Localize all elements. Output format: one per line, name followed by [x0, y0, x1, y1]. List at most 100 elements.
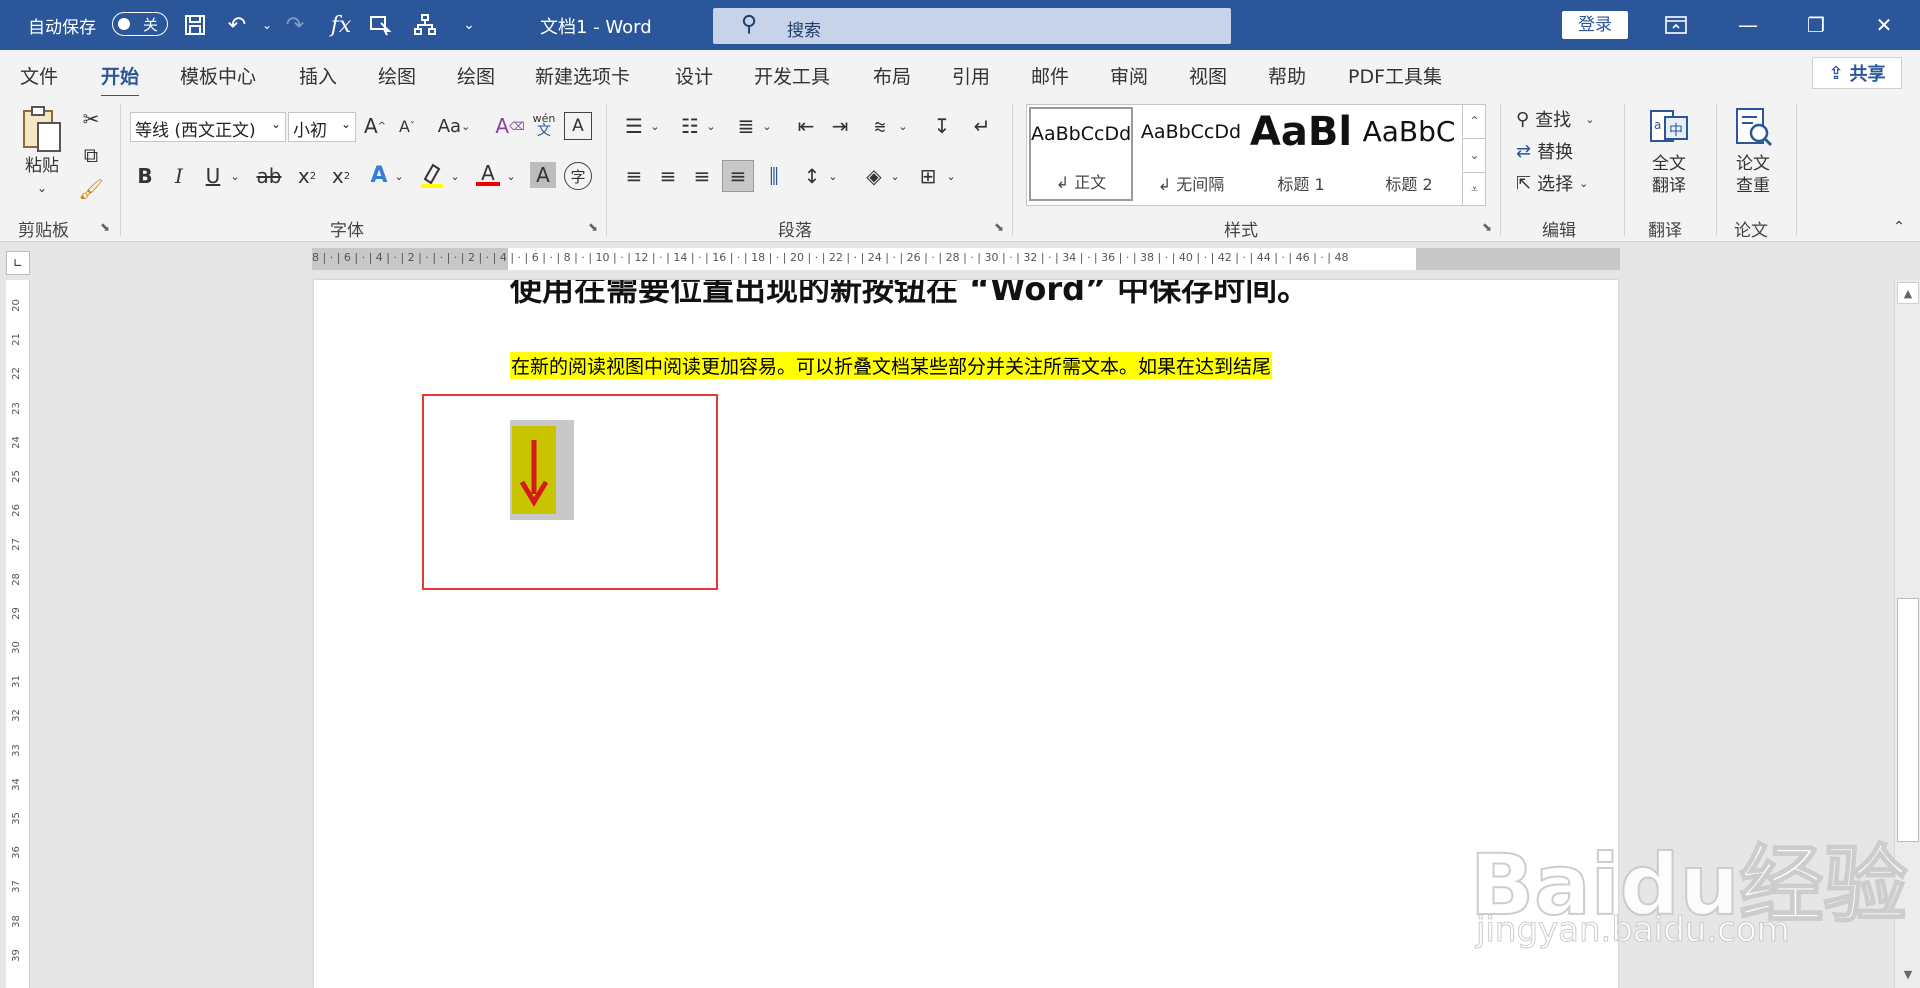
- redo-icon[interactable]: ↷: [280, 10, 310, 40]
- show-marks-icon[interactable]: ↵: [968, 112, 996, 140]
- login-button[interactable]: 登录: [1562, 11, 1628, 39]
- bullets-dropdown-icon[interactable]: ⌄: [648, 116, 662, 136]
- borders-dropdown-icon[interactable]: ⌄: [944, 166, 958, 186]
- replace-button[interactable]: ⇄ 替换: [1516, 136, 1620, 166]
- highlighted-paragraph[interactable]: 在新的阅读视图中阅读更加容易。可以折叠文档某些部分并关注所需文本。如果在达到结尾: [510, 352, 1273, 379]
- align-right-icon[interactable]: ≡: [688, 162, 716, 190]
- tab-selector-icon[interactable]: ∟: [6, 251, 30, 275]
- shading-dropdown-icon[interactable]: ⌄: [888, 166, 902, 186]
- paragraph-launcher-icon[interactable]: ⬊: [994, 220, 1004, 234]
- multilevel-list-icon[interactable]: ≣: [732, 112, 760, 140]
- horizontal-ruler[interactable]: 8 | · | 6 | · | 4 | · | 2 | · | · | · | …: [312, 248, 1620, 270]
- paper-label[interactable]: 论文: [1728, 154, 1778, 174]
- increase-indent-icon[interactable]: ⇥: [826, 112, 854, 140]
- shading-icon[interactable]: ◈: [860, 162, 888, 190]
- italic-icon[interactable]: I: [166, 162, 192, 190]
- styles-launcher-icon[interactable]: ⬊: [1482, 220, 1492, 234]
- tab-file[interactable]: 文件: [20, 62, 58, 89]
- text-effects-icon[interactable]: A: [366, 160, 392, 190]
- bullets-icon[interactable]: ☰: [620, 112, 648, 140]
- change-case-button[interactable]: Aa ⌄: [432, 112, 476, 140]
- share-button[interactable]: ⇪ 共享: [1812, 57, 1902, 89]
- undo-icon[interactable]: ↶: [222, 10, 252, 40]
- tab-mailings[interactable]: 邮件: [1031, 62, 1069, 89]
- tab-template-center[interactable]: 模板中心: [180, 62, 256, 89]
- shrink-font-icon[interactable]: Aˇ: [394, 112, 420, 140]
- chinese-layout-dropdown-icon[interactable]: ⌄: [896, 116, 910, 136]
- save-icon[interactable]: [180, 10, 210, 40]
- highlight-icon[interactable]: [418, 160, 446, 190]
- line-spacing-icon[interactable]: ↕: [798, 162, 826, 190]
- align-center-icon[interactable]: ≡: [654, 162, 682, 190]
- undo-dropdown-icon[interactable]: ⌄: [252, 10, 282, 40]
- minimize-icon[interactable]: —: [1726, 8, 1770, 42]
- search-box[interactable]: ⚲ 搜索: [713, 8, 1231, 44]
- font-size-combo[interactable]: 小初 ⌄: [288, 112, 356, 142]
- bold-icon[interactable]: B: [132, 162, 158, 190]
- tab-home[interactable]: 开始: [101, 62, 140, 98]
- tab-layout[interactable]: 布局: [873, 62, 911, 89]
- align-left-icon[interactable]: ≡: [620, 162, 648, 190]
- translate-label[interactable]: 翻译: [1644, 176, 1694, 196]
- vertical-ruler[interactable]: 20 21 22 23 24 25 26 27 28 29 30 31 32 33 34 35 36 37 38 39: [6, 280, 30, 988]
- numbering-dropdown-icon[interactable]: ⌄: [704, 116, 718, 136]
- underline-icon[interactable]: U: [200, 162, 226, 190]
- collapse-ribbon-icon[interactable]: ⌃: [1888, 216, 1910, 238]
- sort-icon[interactable]: ↧: [928, 112, 956, 140]
- style-heading-1[interactable]: AaBl 标题 1: [1249, 107, 1353, 201]
- copy-icon[interactable]: ⧉: [78, 142, 104, 168]
- font-color-dropdown-icon[interactable]: ⌄: [504, 166, 518, 186]
- formula-icon[interactable]: fx: [326, 10, 356, 40]
- numbering-icon[interactable]: ☷: [676, 112, 704, 140]
- scroll-down-icon[interactable]: ▼: [1897, 964, 1919, 986]
- scroll-thumb[interactable]: [1897, 598, 1919, 842]
- tab-pdf-tools[interactable]: PDF工具集: [1348, 62, 1442, 89]
- font-launcher-icon[interactable]: ⬊: [588, 220, 598, 234]
- scroll-up-icon[interactable]: ▲: [1897, 282, 1919, 304]
- close-icon[interactable]: ✕: [1862, 8, 1906, 42]
- styles-scroll-down-icon[interactable]: ⌄: [1462, 138, 1486, 171]
- styles-gallery[interactable]: AaBbCcDd ↲ 正文 AaBbCcDd ↲ 无间隔 AaBl 标题 1 A…: [1026, 104, 1486, 206]
- style-heading-2[interactable]: AaBbC 标题 2: [1357, 107, 1461, 201]
- tab-view[interactable]: 视图: [1189, 62, 1227, 89]
- tab-references[interactable]: 引用: [952, 62, 990, 89]
- touch-mode-icon[interactable]: [366, 10, 396, 40]
- style-no-spacing[interactable]: AaBbCcDd ↲ 无间隔: [1139, 107, 1243, 201]
- text-effects-dropdown-icon[interactable]: ⌄: [392, 166, 406, 186]
- styles-more-icon[interactable]: ⩡: [1462, 172, 1486, 205]
- enclose-characters-icon[interactable]: 字: [564, 162, 592, 190]
- document-heading[interactable]: 使用在需要位置出现的新按钮在 “Word” 中保存时间。: [510, 280, 1309, 310]
- tab-insert[interactable]: 插入: [299, 62, 337, 89]
- tab-new-tab[interactable]: 新建选项卡: [535, 62, 630, 89]
- borders-icon[interactable]: ⊞: [914, 162, 942, 190]
- tab-draw-2[interactable]: 绘图: [457, 62, 495, 89]
- font-color-icon[interactable]: A: [474, 160, 502, 190]
- org-chart-icon[interactable]: [410, 10, 440, 40]
- tab-draw-1[interactable]: 绘图: [378, 62, 416, 89]
- distributed-icon[interactable]: ⫼: [760, 162, 788, 190]
- chinese-layout-icon[interactable]: ⩬: [866, 112, 894, 140]
- character-border-icon[interactable]: A: [564, 112, 592, 140]
- style-normal[interactable]: AaBbCcDd ↲ 正文: [1029, 107, 1133, 201]
- find-button[interactable]: ⚲ 查找 ⌄: [1516, 104, 1620, 134]
- decrease-indent-icon[interactable]: ⇤: [792, 112, 820, 140]
- autosave-toggle[interactable]: 关: [112, 12, 168, 36]
- tab-design[interactable]: 设计: [675, 62, 713, 89]
- paste-dropdown-icon[interactable]: ⌄: [34, 180, 50, 196]
- cut-icon[interactable]: ✂: [78, 106, 104, 132]
- subscript-icon[interactable]: x2: [294, 162, 320, 190]
- tab-review[interactable]: 审阅: [1110, 62, 1148, 89]
- clipboard-launcher-icon[interactable]: ⬊: [100, 220, 110, 234]
- grow-font-icon[interactable]: A ^: [362, 112, 388, 140]
- recheck-label[interactable]: 查重: [1728, 176, 1778, 196]
- format-painter-icon[interactable]: 🖌: [78, 176, 104, 202]
- translate-icon[interactable]: 中a: [1646, 104, 1692, 150]
- restore-icon[interactable]: ❐: [1794, 8, 1838, 42]
- justify-icon[interactable]: ≡: [722, 160, 754, 192]
- paste-label[interactable]: 粘贴: [20, 156, 64, 176]
- ribbon-display-options-icon[interactable]: [1654, 8, 1698, 42]
- select-button[interactable]: ⇱ 选择 ⌄: [1516, 168, 1620, 198]
- tab-developer[interactable]: 开发工具: [754, 62, 830, 89]
- character-shading-icon[interactable]: A: [530, 162, 556, 188]
- customize-qat-icon[interactable]: ⌄: [454, 10, 484, 40]
